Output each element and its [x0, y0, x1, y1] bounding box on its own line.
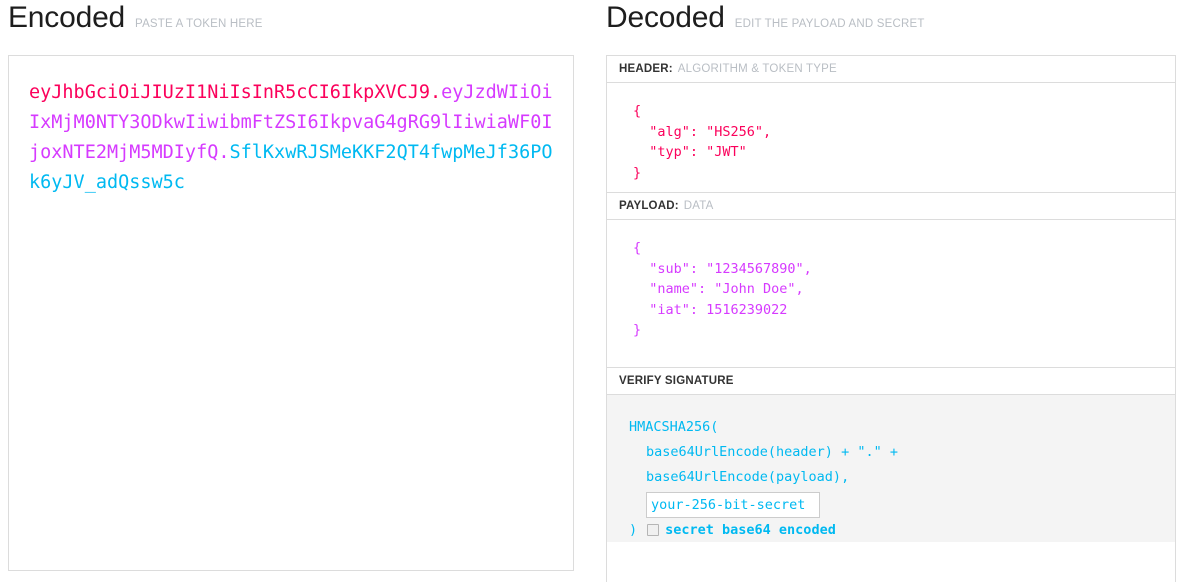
- encoded-title: Encoded: [8, 1, 126, 34]
- secret-base64-encoded-label[interactable]: secret base64 encoded: [665, 521, 836, 539]
- token-separator-1: .: [429, 82, 442, 103]
- token-separator-2: .: [218, 142, 230, 163]
- decoded-column-header: Decoded EDIT THE PAYLOAD AND SECRET: [606, 3, 925, 47]
- signature-section-label: VERIFY SIGNATURE: [619, 375, 734, 387]
- decoded-panel: HEADER: ALGORITHM & TOKEN TYPE { "alg": …: [606, 55, 1176, 582]
- payload-section-body[interactable]: { "sub": "1234567890", "name": "John Doe…: [607, 220, 1175, 368]
- signature-line-payload-encode: base64UrlEncode(payload),: [646, 469, 850, 485]
- decoded-title: Decoded: [606, 1, 725, 34]
- decoded-subtitle: EDIT THE PAYLOAD AND SECRET: [734, 18, 925, 30]
- header-section-hint: ALGORITHM & TOKEN TYPE: [677, 63, 837, 75]
- encoded-token-text[interactable]: eyJhbGciOiJIUzI1NiIsInR5cCI6IkpXVCJ9.eyJ…: [9, 56, 573, 198]
- payload-section-label: PAYLOAD:: [619, 200, 679, 212]
- token-header-segment: eyJhbGciOiJIUzI1NiIsInR5cCI6IkpXVCJ9: [29, 82, 430, 103]
- header-section-label: HEADER:: [619, 63, 673, 75]
- encoded-column-header: Encoded PASTE A TOKEN HERE: [8, 3, 263, 47]
- payload-json-code[interactable]: { "sub": "1234567890", "name": "John Doe…: [607, 220, 1175, 341]
- signature-closing-paren: ): [629, 522, 638, 538]
- signature-footer: ) secret base64 encoded: [629, 521, 1175, 539]
- jwt-debugger-page: Encoded PASTE A TOKEN HERE eyJhbGciOiJIU…: [0, 0, 1186, 582]
- signature-line-hmac: HMACSHA256(: [629, 419, 719, 435]
- signature-section-body: HMACSHA256( base64UrlEncode(header) + ".…: [607, 395, 1175, 542]
- signature-formula: HMACSHA256( base64UrlEncode(header) + ".…: [607, 395, 1175, 539]
- signature-section-bar: VERIFY SIGNATURE: [607, 368, 1175, 395]
- secret-input[interactable]: [646, 492, 820, 518]
- encoded-token-box[interactable]: eyJhbGciOiJIUzI1NiIsInR5cCI6IkpXVCJ9.eyJ…: [8, 55, 574, 571]
- payload-section-hint: DATA: [683, 200, 714, 212]
- header-section-bar: HEADER: ALGORITHM & TOKEN TYPE: [607, 56, 1175, 83]
- secret-base64-encoded-checkbox[interactable]: [647, 524, 660, 536]
- header-section-body[interactable]: { "alg": "HS256", "typ": "JWT" }: [607, 83, 1175, 193]
- payload-section-bar: PAYLOAD: DATA: [607, 193, 1175, 220]
- signature-line-header-encode: base64UrlEncode(header) + "." +: [646, 444, 898, 460]
- header-json-code[interactable]: { "alg": "HS256", "typ": "JWT" }: [607, 83, 1175, 183]
- encoded-subtitle: PASTE A TOKEN HERE: [135, 18, 263, 30]
